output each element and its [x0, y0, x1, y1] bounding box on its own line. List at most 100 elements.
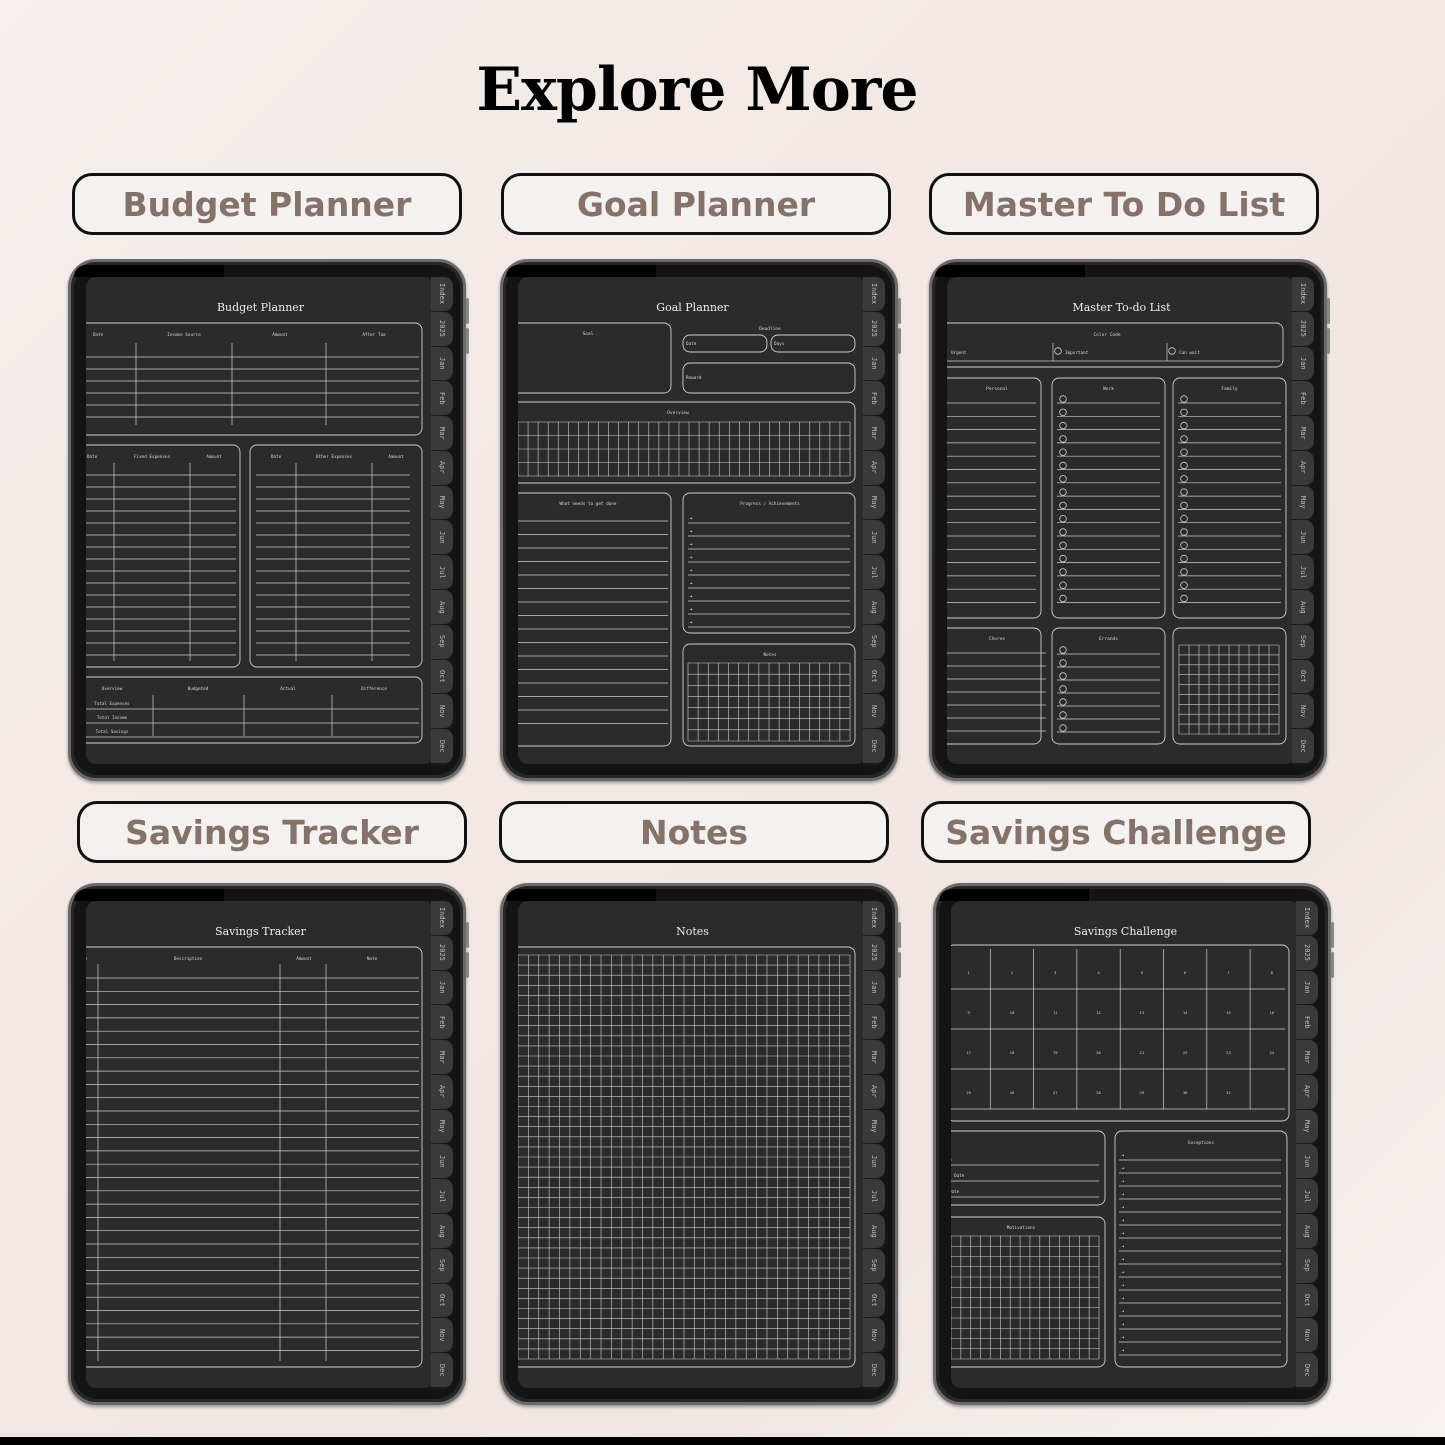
- tab-jun[interactable]: Jun: [431, 520, 453, 555]
- tab-jul[interactable]: Jul: [431, 555, 453, 590]
- tab-aug[interactable]: Aug: [1296, 1214, 1318, 1248]
- day-number[interactable]: 20: [1096, 1050, 1101, 1055]
- tab-may[interactable]: May: [431, 1109, 453, 1144]
- day-number[interactable]: 19: [1053, 1050, 1058, 1055]
- tab-oct[interactable]: Oct: [863, 1283, 885, 1318]
- notes-label-button[interactable]: Notes: [499, 801, 889, 863]
- tab-index[interactable]: Index: [431, 901, 453, 935]
- savings-challenge-tablet-preview[interactable]: Savings Challenge 1 2 3 4 5 6 7 8 9 10 11 12 13 14 15 16…: [933, 883, 1334, 1405]
- checkbox-circle[interactable]: [1059, 685, 1067, 693]
- tab-jan[interactable]: Jan: [863, 970, 885, 1005]
- day-number[interactable]: 17: [966, 1050, 971, 1055]
- tab-sep[interactable]: Sep: [431, 624, 453, 659]
- tab-jan[interactable]: Jan: [863, 346, 885, 381]
- goal-planner-label-button[interactable]: Goal Planner: [501, 173, 891, 235]
- tab-nov[interactable]: Nov: [1296, 1318, 1318, 1353]
- checkbox-circle[interactable]: [1059, 659, 1067, 667]
- day-number[interactable]: 23: [1226, 1050, 1231, 1055]
- tab-aug[interactable]: Aug: [1292, 590, 1314, 624]
- tab-mar[interactable]: Mar: [863, 416, 885, 450]
- day-number[interactable]: 21: [1140, 1050, 1145, 1055]
- checkbox-circle[interactable]: [1180, 528, 1188, 536]
- checkbox-circle[interactable]: [1059, 528, 1067, 536]
- checkbox-circle[interactable]: [1180, 461, 1188, 470]
- tab-aug[interactable]: Aug: [431, 1214, 453, 1248]
- tab-2025[interactable]: 2025: [863, 935, 885, 970]
- tab-apr[interactable]: Apr: [863, 450, 885, 485]
- tab-may[interactable]: May: [1292, 485, 1314, 520]
- day-number[interactable]: 13: [1140, 1010, 1145, 1015]
- goal-planner-tablet-preview[interactable]: Goal Planner Goal Deadline Date Days Reward Ov…: [500, 259, 901, 781]
- tab-dec[interactable]: Dec: [1292, 729, 1314, 763]
- tab-jul[interactable]: Jul: [1292, 555, 1314, 590]
- tab-feb[interactable]: Feb: [863, 1005, 885, 1040]
- checkbox-circle[interactable]: [1059, 395, 1067, 403]
- tab-dec[interactable]: Dec: [863, 729, 885, 763]
- day-number[interactable]: 12: [1096, 1010, 1101, 1015]
- checkbox-circle[interactable]: [1180, 581, 1188, 589]
- checkbox-circle[interactable]: [1180, 568, 1188, 576]
- checkbox-circle[interactable]: [1059, 711, 1067, 719]
- tab-mar[interactable]: Mar: [1296, 1040, 1318, 1074]
- checkbox-circle[interactable]: [1059, 594, 1067, 603]
- tab-nov[interactable]: Nov: [863, 1318, 885, 1353]
- day-number[interactable]: 3: [1054, 970, 1056, 975]
- tab-mar[interactable]: Mar: [431, 416, 453, 450]
- tab-jan[interactable]: Jan: [431, 970, 453, 1005]
- day-number[interactable]: 5: [1141, 970, 1143, 975]
- tab-oct[interactable]: Oct: [1296, 1283, 1318, 1318]
- tab-sep[interactable]: Sep: [863, 1248, 885, 1283]
- tab-index[interactable]: Index: [1292, 277, 1314, 311]
- day-number[interactable]: 24: [1269, 1050, 1274, 1055]
- tab-mar[interactable]: Mar: [431, 1040, 453, 1074]
- checkbox-circle[interactable]: [1180, 475, 1188, 483]
- day-number[interactable]: 30: [1183, 1090, 1188, 1095]
- day-number[interactable]: 31: [1226, 1090, 1231, 1095]
- tab-2025[interactable]: 2025: [431, 935, 453, 970]
- checkbox-circle[interactable]: [1059, 541, 1067, 549]
- tab-mar[interactable]: Mar: [863, 1040, 885, 1074]
- checkbox-circle[interactable]: [1180, 448, 1188, 456]
- checkbox-circle[interactable]: [1059, 421, 1067, 430]
- savings-tracker-label-button[interactable]: Savings Tracker: [77, 801, 467, 863]
- tab-sep[interactable]: Sep: [863, 624, 885, 659]
- tab-nov[interactable]: Nov: [863, 694, 885, 729]
- tab-index[interactable]: Index: [431, 277, 453, 311]
- checkbox-circle[interactable]: [1180, 408, 1188, 416]
- tab-jun[interactable]: Jun: [431, 1144, 453, 1179]
- tab-may[interactable]: May: [1296, 1109, 1318, 1144]
- day-number[interactable]: 16: [1269, 1010, 1274, 1015]
- checkbox-circle[interactable]: [1180, 594, 1188, 603]
- day-number[interactable]: 28: [1096, 1090, 1101, 1095]
- day-number[interactable]: 29: [1140, 1090, 1145, 1095]
- checkbox-circle[interactable]: [1180, 501, 1188, 510]
- day-number[interactable]: 8: [1271, 970, 1274, 975]
- savings-tracker-tablet-preview[interactable]: Savings TrackerDateDescriptionAmountNote…: [68, 883, 469, 1405]
- tab-feb[interactable]: Feb: [863, 381, 885, 416]
- checkbox-circle[interactable]: [1059, 514, 1067, 523]
- tab-dec[interactable]: Dec: [431, 729, 453, 763]
- day-number[interactable]: 7: [1227, 970, 1229, 975]
- tab-oct[interactable]: Oct: [431, 659, 453, 694]
- tab-2025[interactable]: 2025: [431, 311, 453, 346]
- day-number[interactable]: 15: [1226, 1010, 1231, 1015]
- checkbox-circle[interactable]: [1059, 435, 1067, 443]
- day-number[interactable]: 10: [1010, 1010, 1015, 1015]
- checkbox-circle[interactable]: [1059, 568, 1067, 576]
- checkbox-circle[interactable]: [1059, 672, 1067, 680]
- master-to-do-list-tablet-preview[interactable]: Master To-do List Color Code Urgent Importa…: [929, 259, 1330, 781]
- day-number[interactable]: 2: [1011, 970, 1013, 975]
- tab-may[interactable]: May: [431, 485, 453, 520]
- checkbox-circle[interactable]: [1059, 581, 1067, 589]
- day-number[interactable]: 22: [1183, 1050, 1188, 1055]
- checkbox-circle[interactable]: [1180, 435, 1188, 443]
- checkbox-circle[interactable]: [1059, 554, 1067, 563]
- tab-oct[interactable]: Oct: [1292, 659, 1314, 694]
- day-number[interactable]: 9: [968, 1010, 971, 1015]
- checkbox-circle[interactable]: [1059, 461, 1067, 470]
- checkbox-circle[interactable]: [1180, 395, 1188, 403]
- tab-index[interactable]: Index: [863, 277, 885, 311]
- tab-index[interactable]: Index: [863, 901, 885, 935]
- tab-aug[interactable]: Aug: [431, 590, 453, 624]
- tab-dec[interactable]: Dec: [431, 1353, 453, 1387]
